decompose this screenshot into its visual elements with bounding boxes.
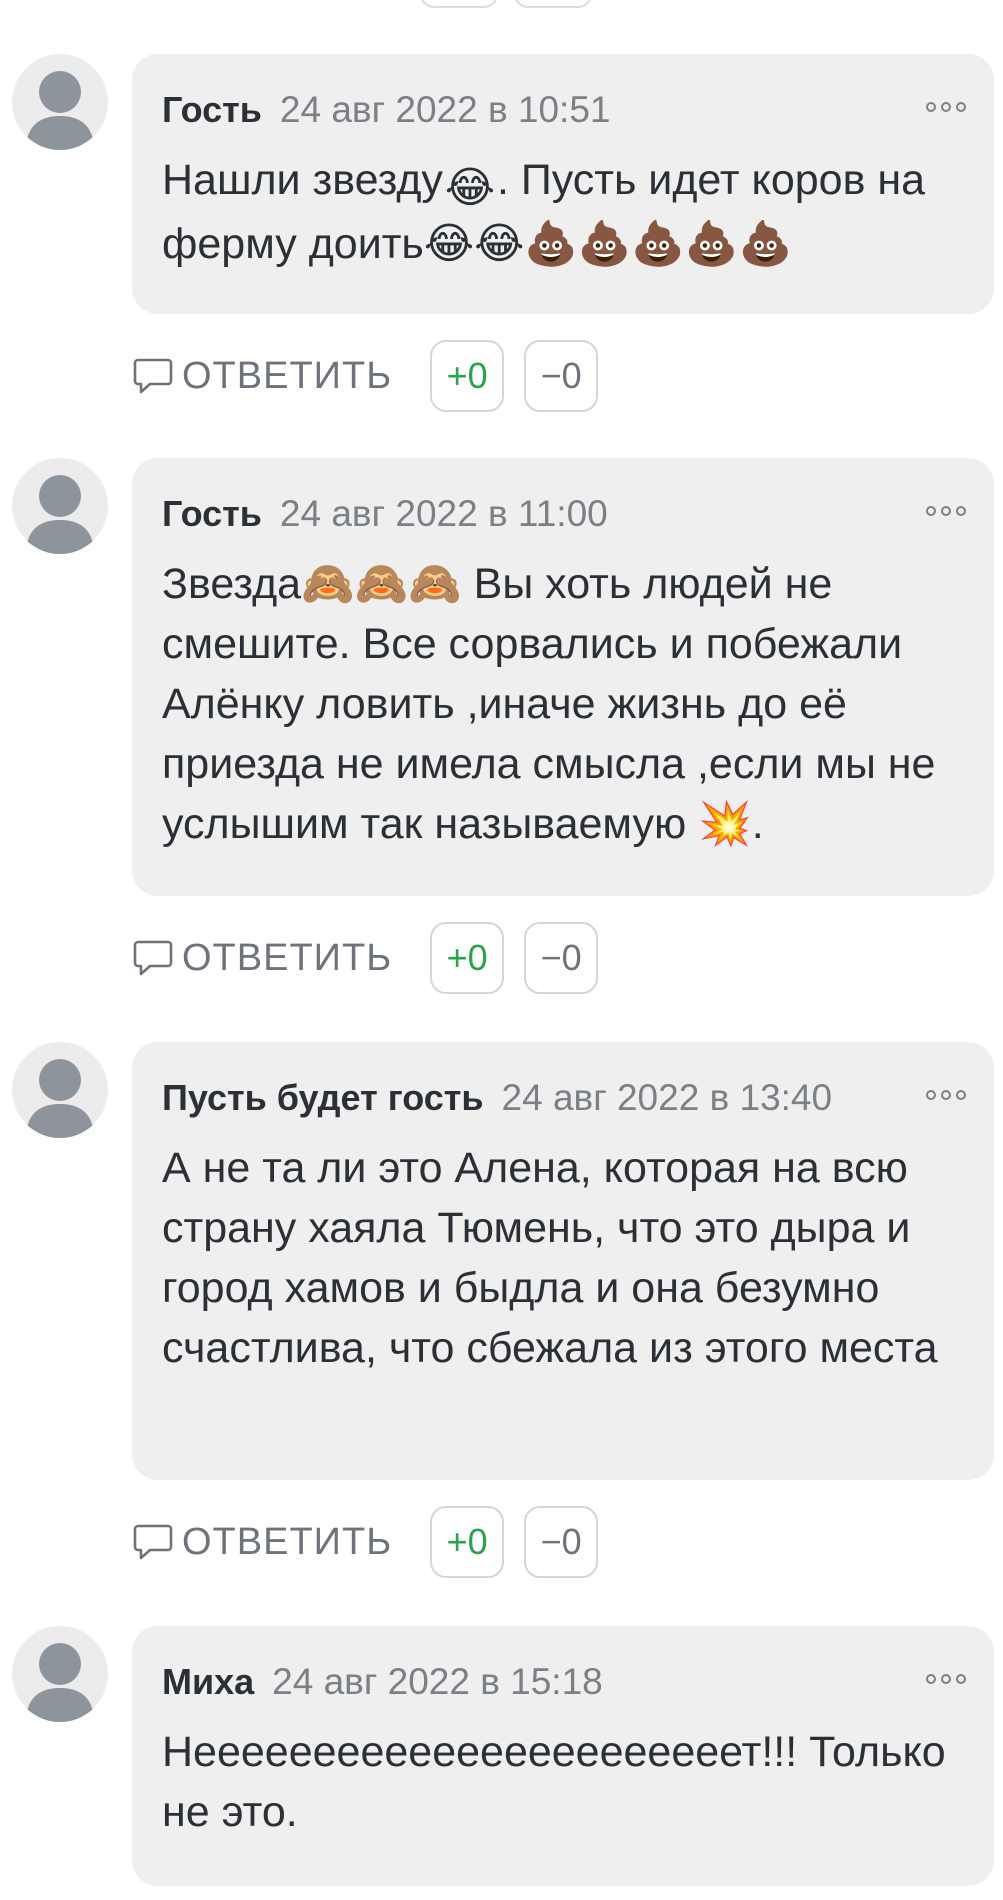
comment-date: 24 авг 2022 в 15:18 <box>272 1661 603 1702</box>
previous-upvote-button[interactable] <box>420 0 498 8</box>
previous-downvote-button[interactable] <box>514 0 592 8</box>
comment-text: А не та ли это Алена, которая на всю стр… <box>162 1144 938 1372</box>
speech-bubble-icon <box>133 358 173 394</box>
reply-button[interactable]: ОТВЕТИТЬ <box>132 1521 392 1564</box>
speech-bubble-icon <box>133 1524 173 1560</box>
comment-actions: ОТВЕТИТЬ +0 −0 <box>132 1506 618 1578</box>
comment-bubble: Миха 24 авг 2022 в 15:18 Нееееееееееееее… <box>132 1626 994 1886</box>
user-silhouette-icon <box>26 1643 94 1722</box>
speech-bubble-icon <box>133 940 173 976</box>
more-options-icon[interactable] <box>926 1674 966 1684</box>
see-no-evil-monkey-emoji: 🙈🙈🙈 <box>301 560 462 608</box>
comment-meta: Пусть будет гость 24 авг 2022 в 13:40 <box>162 1076 954 1120</box>
downvote-button[interactable]: −0 <box>524 340 599 412</box>
downvote-button[interactable]: −0 <box>524 1506 599 1578</box>
comment-meta: Гость 24 авг 2022 в 10:51 <box>162 88 954 132</box>
avatar[interactable] <box>12 458 108 554</box>
reply-button[interactable]: ОТВЕТИТЬ <box>132 937 392 980</box>
comment-date: 24 авг 2022 в 10:51 <box>279 89 611 130</box>
comment-bubble: Гость 24 авг 2022 в 11:00 Звезда🙈🙈🙈 Вы х… <box>132 458 994 896</box>
reply-label: ОТВЕТИТЬ <box>182 936 393 979</box>
more-options-icon[interactable] <box>926 1090 966 1100</box>
emoji-sequence: 😂😂💩💩💩💩💩 <box>423 220 793 268</box>
comment-author[interactable]: Гость <box>162 88 262 132</box>
comment-actions: ОТВЕТИТЬ +0 −0 <box>132 340 618 412</box>
more-options-icon[interactable] <box>926 102 966 112</box>
comment-text-part: Нашли звезду <box>162 156 443 204</box>
comment-bubble: Гость 24 авг 2022 в 10:51 Нашли звезду😂.… <box>132 54 994 314</box>
upvote-button[interactable]: +0 <box>430 340 505 412</box>
collision-emoji: 💥 <box>698 800 752 848</box>
user-silhouette-icon <box>26 1059 94 1138</box>
reply-label: ОТВЕТИТЬ <box>182 1520 393 1563</box>
comment-meta: Гость 24 авг 2022 в 11:00 <box>162 492 954 536</box>
reply-button[interactable]: ОТВЕТИТЬ <box>132 355 392 398</box>
user-silhouette-icon <box>26 475 94 554</box>
reply-label: ОТВЕТИТЬ <box>182 354 393 397</box>
more-options-icon[interactable] <box>926 506 966 516</box>
avatar[interactable] <box>12 1042 108 1138</box>
user-silhouette-icon <box>26 71 94 150</box>
upvote-button[interactable]: +0 <box>430 922 505 994</box>
comment-meta: Миха 24 авг 2022 в 15:18 <box>162 1660 954 1704</box>
comment-text-part: . <box>751 800 764 848</box>
comment-text: Нееееееееееееееееееееееет!!! Только не э… <box>162 1728 946 1836</box>
avatar[interactable] <box>12 1626 108 1722</box>
avatar[interactable] <box>12 54 108 150</box>
comment-date: 24 авг 2022 в 13:40 <box>501 1077 833 1118</box>
comment-date: 24 авг 2022 в 11:00 <box>279 493 608 534</box>
upvote-button[interactable]: +0 <box>430 1506 505 1578</box>
comment-bubble: Пусть будет гость 24 авг 2022 в 13:40 А … <box>132 1042 994 1480</box>
comment-text: Звезда🙈🙈🙈 Вы хоть людей не смешите. Все … <box>162 554 954 854</box>
comment-author[interactable]: Миха <box>162 1660 254 1704</box>
comment-text: Нашли звезду😂. Пусть идет коров на ферму… <box>162 150 954 274</box>
tears-of-joy-emoji: 😂 <box>444 164 496 212</box>
comment-author[interactable]: Гость <box>162 492 262 536</box>
downvote-button[interactable]: −0 <box>524 922 599 994</box>
comment-text-part: Звезда <box>162 560 302 608</box>
comment-actions: ОТВЕТИТЬ +0 −0 <box>132 922 618 994</box>
comment-author[interactable]: Пусть будет гость <box>162 1076 484 1120</box>
